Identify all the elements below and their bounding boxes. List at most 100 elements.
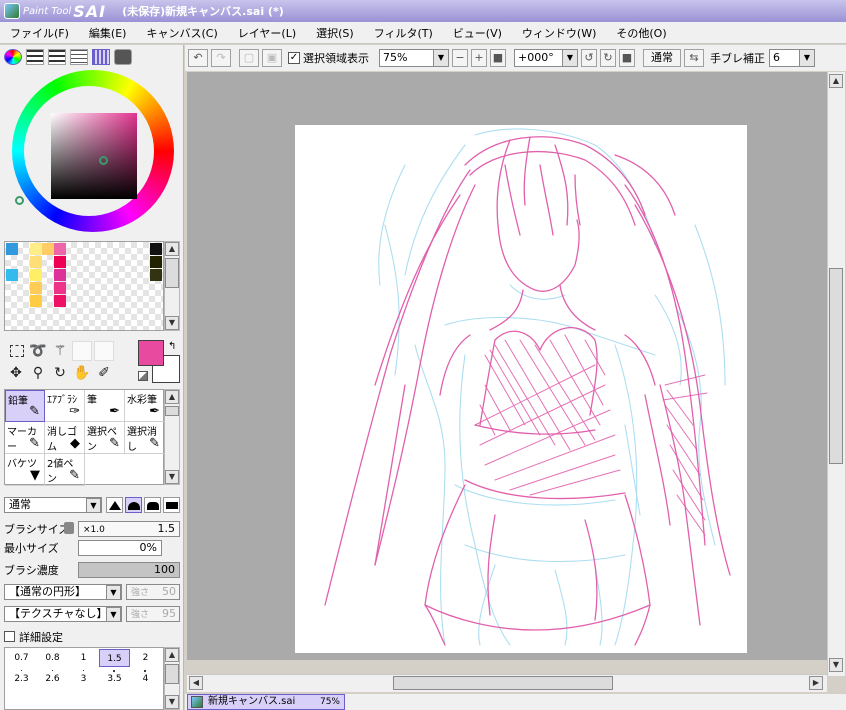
color-swatch[interactable] (54, 256, 66, 268)
menu-canvas[interactable]: キャンバス(C) (136, 25, 227, 41)
edge-round-icon[interactable] (144, 497, 161, 513)
scratchpad-mode-icon[interactable] (114, 49, 132, 65)
scroll-left-icon[interactable]: ◀ (189, 676, 203, 690)
scroll-down-icon[interactable]: ▼ (165, 695, 179, 709)
swatch-scrollbar[interactable]: ▲ ▼ (164, 241, 180, 331)
menu-edit[interactable]: 編集(E) (79, 25, 137, 41)
brush-tool[interactable]: 消しゴム ◆ (45, 422, 85, 454)
blend-mode-button[interactable]: 通常 (643, 49, 681, 67)
size-preset[interactable]: 1 (68, 649, 99, 667)
brush-tool[interactable]: 2値ペン ✎ (45, 454, 85, 486)
brush-tool[interactable]: 水彩筆 ✒ (125, 390, 165, 422)
menu-file[interactable]: ファイル(F) (0, 25, 79, 41)
scroll-up-icon[interactable]: ▲ (829, 74, 843, 88)
brush-size-lock-icon[interactable] (64, 522, 74, 534)
brush-scrollbar[interactable]: ▲ ▼ (164, 389, 180, 485)
zoom-icon[interactable]: ⚲ (28, 363, 48, 383)
brush-tool[interactable]: 選択ペン ✎ (85, 422, 125, 454)
edge-flat-icon[interactable] (163, 497, 180, 513)
undo-icon[interactable]: ↶ (188, 49, 208, 67)
color-swatch[interactable] (30, 282, 42, 294)
brush-tool[interactable]: 筆 ✒ (85, 390, 125, 422)
advanced-settings-checkbox[interactable] (4, 631, 15, 642)
canvas-vertical-scrollbar[interactable]: ▲ ▼ (827, 72, 845, 676)
color-swatch[interactable] (54, 282, 66, 294)
deselect-icon[interactable]: ▢ (239, 49, 259, 67)
zoom-reset-icon[interactable]: ■ (490, 49, 506, 67)
color-swatch[interactable] (30, 256, 42, 268)
color-swatch[interactable] (30, 295, 42, 307)
drawing-canvas[interactable] (295, 125, 747, 653)
canvas-viewport[interactable] (187, 72, 827, 660)
chevron-down-icon[interactable]: ▼ (433, 50, 448, 66)
scroll-down-icon[interactable]: ▼ (165, 316, 179, 330)
color-swatch[interactable] (54, 295, 66, 307)
color-swatch[interactable] (150, 269, 162, 281)
canvas-horizontal-scrollbar[interactable]: ◀ ▶ (187, 674, 827, 692)
brush-tool[interactable]: マーカー ✎ (5, 422, 45, 454)
size-preset[interactable]: 3 (68, 670, 99, 688)
flip-horizontal-icon[interactable]: ⇆ (684, 49, 704, 67)
scroll-thumb[interactable] (165, 664, 179, 684)
color-swatch[interactable] (150, 256, 162, 268)
invert-selection-icon[interactable]: ▣ (262, 49, 282, 67)
brush-tool[interactable]: ｴｱﾌﾞﾗｼ ✑ (45, 390, 85, 422)
size-preset[interactable]: 4 (130, 670, 161, 688)
scroll-right-icon[interactable]: ▶ (809, 676, 823, 690)
scroll-thumb[interactable] (393, 676, 613, 690)
show-selection-checkbox[interactable]: ✓ (288, 52, 300, 64)
chevron-down-icon[interactable]: ▼ (106, 607, 121, 622)
color-swatch[interactable] (6, 269, 18, 281)
scroll-down-icon[interactable]: ▼ (165, 470, 179, 484)
rotate-reset-icon[interactable]: ■ (619, 49, 635, 67)
sv-marker[interactable] (99, 156, 108, 165)
scroll-thumb[interactable] (165, 406, 179, 416)
size-preset[interactable]: 2.3 (6, 670, 37, 688)
rotate-cw-icon[interactable]: ↻ (600, 49, 616, 67)
mixer-mode-icon[interactable] (70, 49, 88, 65)
edge-hard-icon[interactable] (106, 497, 123, 513)
brush-size-field[interactable]: ×1.0 1.5 (78, 521, 180, 537)
scroll-up-icon[interactable]: ▲ (165, 242, 179, 256)
rotate-ccw-icon[interactable]: ↺ (581, 49, 597, 67)
hand-icon[interactable]: ✋ (72, 363, 92, 383)
color-swatches[interactable] (4, 241, 164, 331)
swap-colors-icon[interactable]: ↰ (168, 341, 176, 352)
chevron-down-icon[interactable]: ▼ (86, 498, 101, 513)
size-preset[interactable]: 2 (130, 649, 161, 667)
size-preset[interactable]: 2.6 (37, 670, 68, 688)
magic-wand-icon[interactable]: ⚚ (50, 341, 70, 361)
rotation-select[interactable]: +000° ▼ (514, 49, 578, 67)
document-tab[interactable]: 新規キャンバス.sai 75% (187, 694, 345, 710)
color-swatch[interactable] (150, 243, 162, 255)
min-size-field[interactable]: 0% (78, 540, 162, 556)
chevron-down-icon[interactable]: ▼ (562, 50, 577, 66)
scroll-thumb[interactable] (165, 258, 179, 288)
shape-strength-field[interactable]: 強さ 50 (126, 584, 180, 600)
brush-tool[interactable]: バケツ ▼ (5, 454, 45, 486)
rgb-slider-mode-icon[interactable] (26, 49, 44, 65)
menu-select[interactable]: 選択(S) (306, 25, 364, 41)
color-swatch[interactable] (30, 269, 42, 281)
zoom-out-icon[interactable]: − (452, 49, 468, 67)
zoom-in-icon[interactable]: + (471, 49, 487, 67)
hsv-slider-mode-icon[interactable] (48, 49, 66, 65)
size-preset[interactable]: 3.5 (99, 670, 130, 688)
color-wheel[interactable] (8, 70, 178, 240)
move-icon[interactable]: ✥ (6, 363, 26, 383)
primary-color[interactable] (138, 340, 164, 366)
scroll-thumb[interactable] (829, 268, 843, 464)
menu-other[interactable]: その他(O) (606, 25, 676, 41)
texture-select[interactable]: 【テクスチャなし】 (4, 606, 122, 622)
scroll-up-icon[interactable]: ▲ (165, 390, 179, 404)
scroll-up-icon[interactable]: ▲ (165, 648, 179, 662)
size-preset[interactable]: 0.8 (37, 649, 68, 667)
rotate-icon[interactable]: ↻ (50, 363, 70, 383)
size-preset[interactable]: 1.5 (99, 649, 130, 667)
color-swatch[interactable] (6, 243, 18, 255)
brush-tool[interactable]: 選択消し ✎ (125, 422, 165, 454)
brush-shape-select[interactable]: 【通常の円形】 (4, 584, 122, 600)
lasso-icon[interactable]: ➰ (28, 341, 48, 361)
swatch-mode-icon[interactable] (92, 49, 110, 65)
brush-tool[interactable]: 鉛筆 ✎ (5, 390, 45, 422)
